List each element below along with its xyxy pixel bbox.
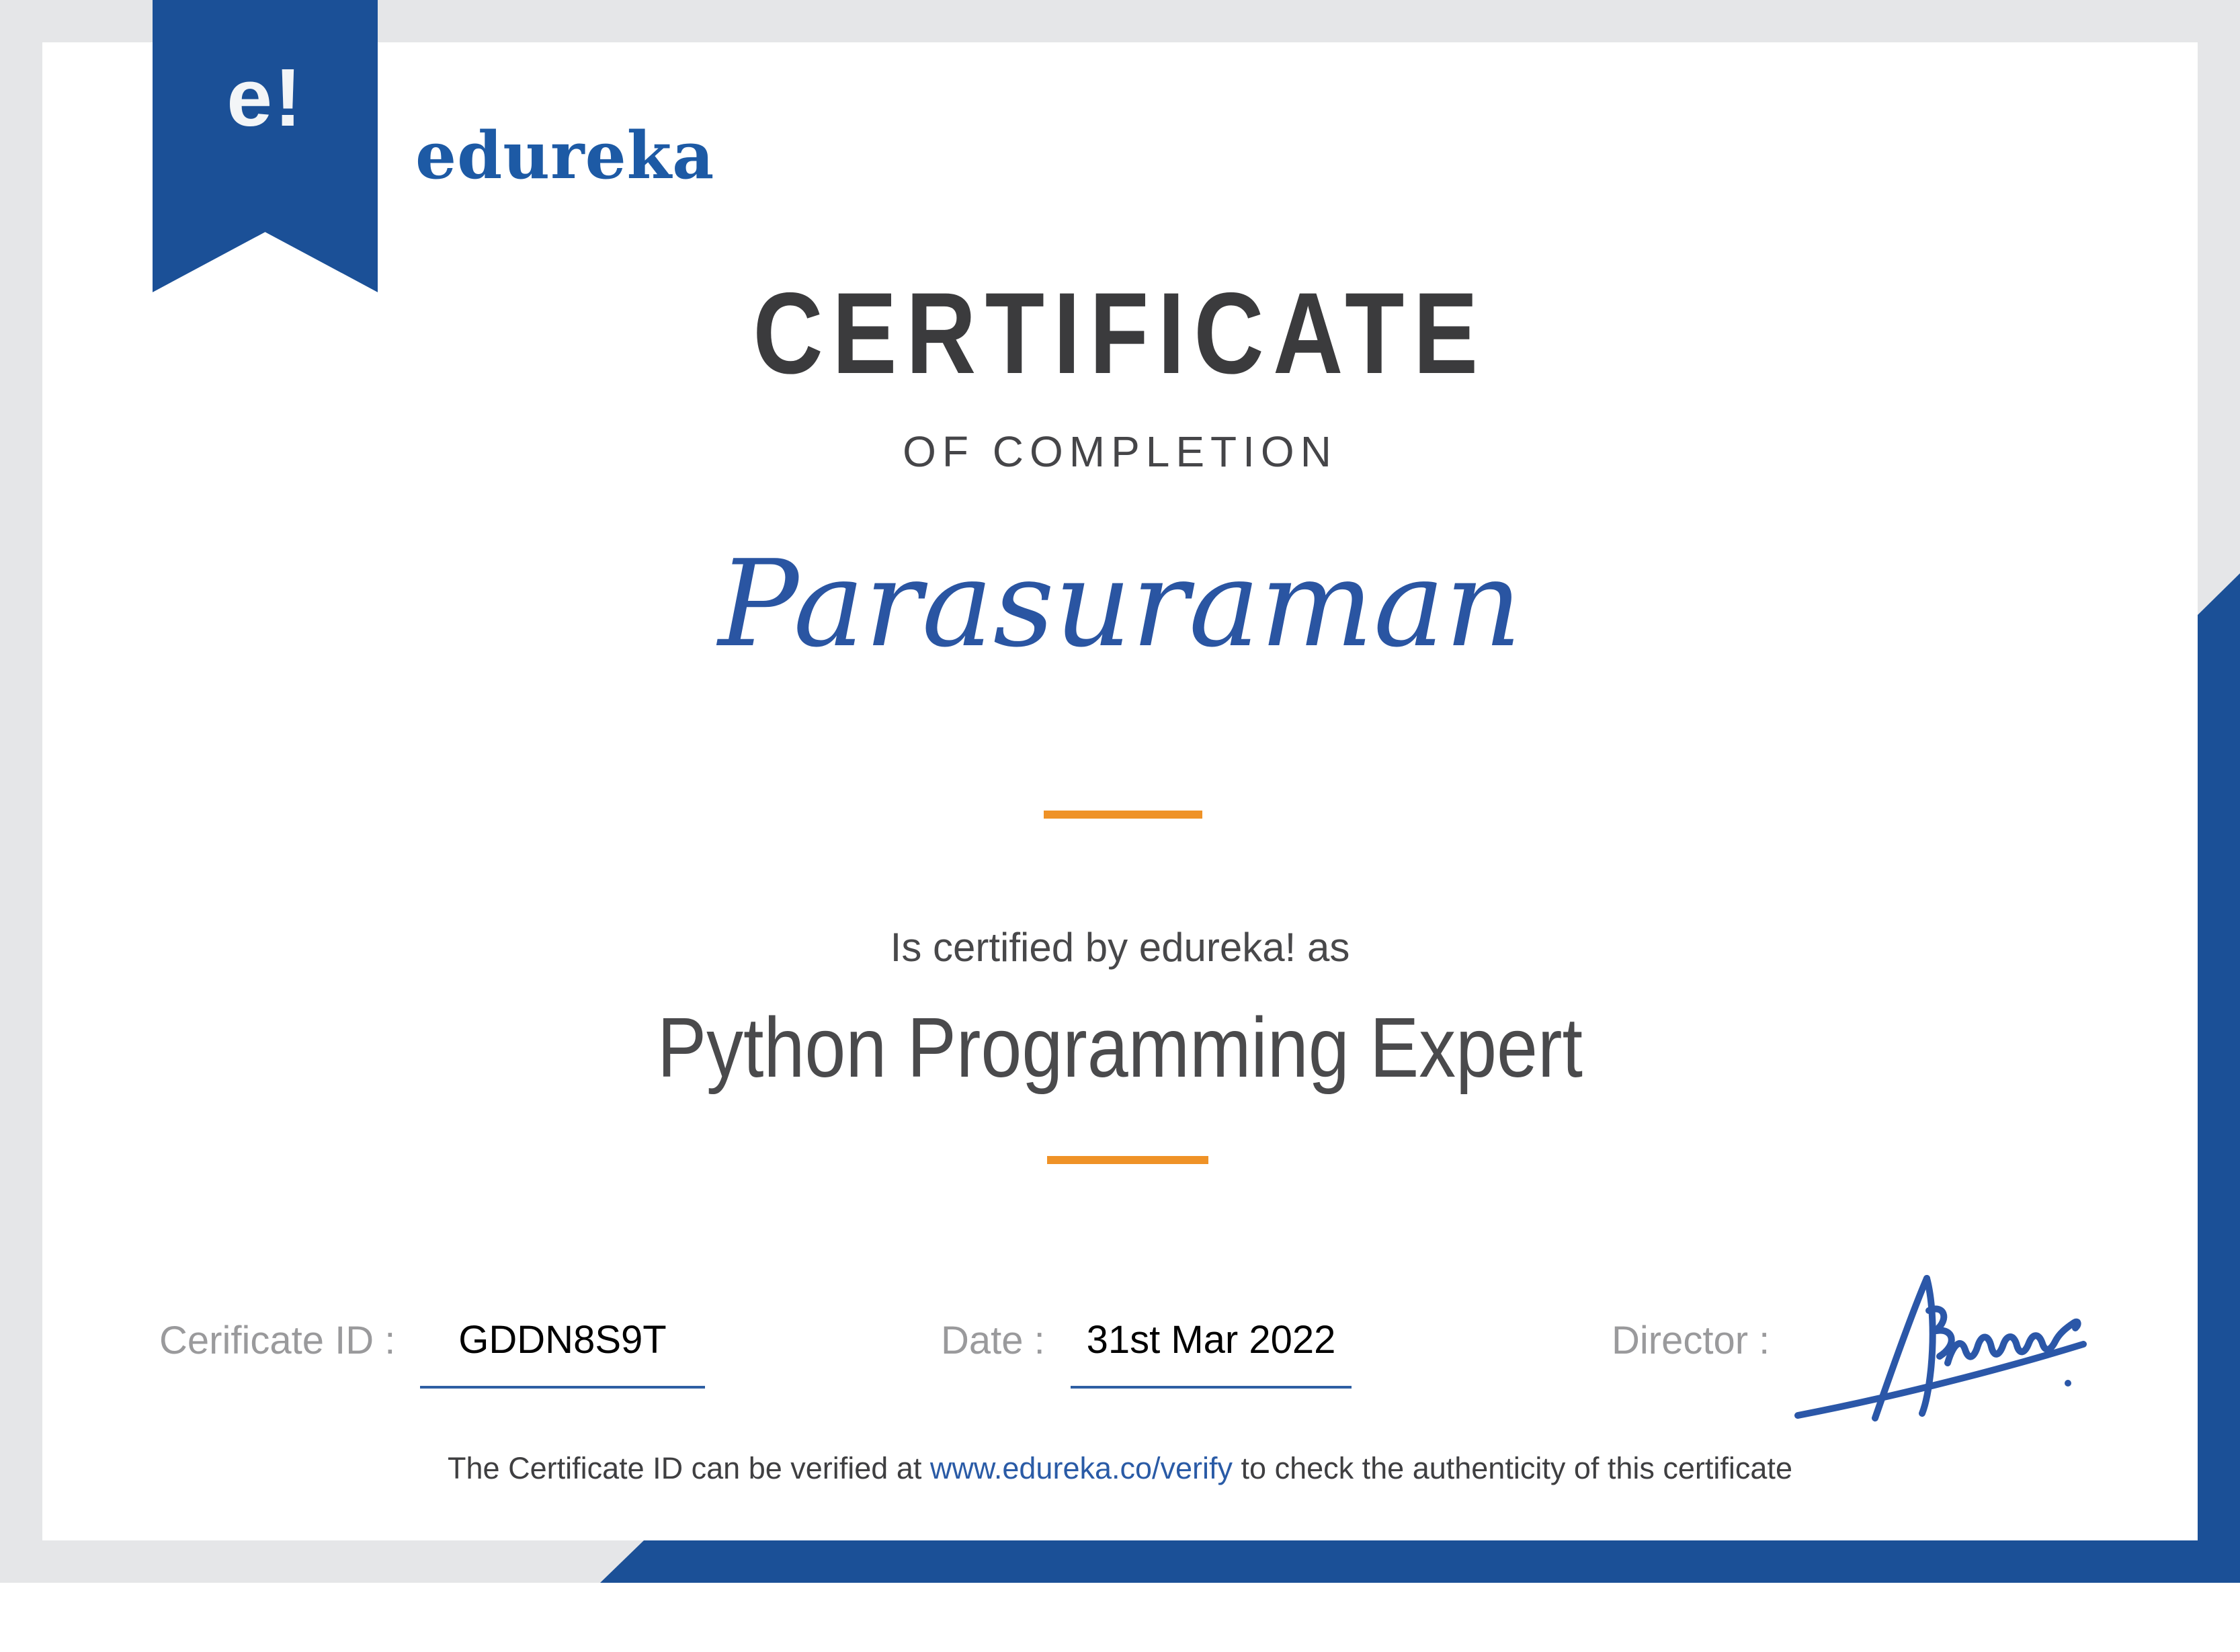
director-label: Director : [1612, 1319, 1770, 1362]
footer-suffix: to check the authenticity of this certif… [1233, 1451, 1792, 1485]
date-value: 31st Mar 2022 [1071, 1319, 1352, 1389]
certificate-title: CERTIFICATE [753, 269, 1487, 398]
footer-prefix: The Certificate ID can be verified at [448, 1451, 930, 1485]
certificate-subtitle: OF COMPLETION [903, 427, 1337, 476]
program-title: Python Programming Expert [657, 1000, 1583, 1095]
recipient-name: Parasuraman [718, 534, 1522, 673]
certificate-page: e! edureka CERTIFICATE OF COMPLETION Par… [0, 0, 2240, 1652]
certified-by-line: Is certified by edureka! as [890, 925, 1350, 970]
verify-link[interactable]: www.edureka.co/verify [930, 1451, 1233, 1485]
orange-divider-bottom [1047, 1156, 1208, 1164]
certificate-id-label: Cerificate ID : [159, 1319, 396, 1362]
edureka-wordmark: edureka [415, 118, 715, 194]
director-signature [1794, 1275, 2087, 1421]
date-label: Date : [941, 1319, 1045, 1362]
orange-divider-top [1044, 811, 1202, 819]
edureka-logo-mark: e! [226, 52, 304, 143]
certificate-id-value: GDDN8S9T [420, 1319, 705, 1389]
footer-note: The Certificate ID can be verified at ww… [0, 1450, 2240, 1487]
